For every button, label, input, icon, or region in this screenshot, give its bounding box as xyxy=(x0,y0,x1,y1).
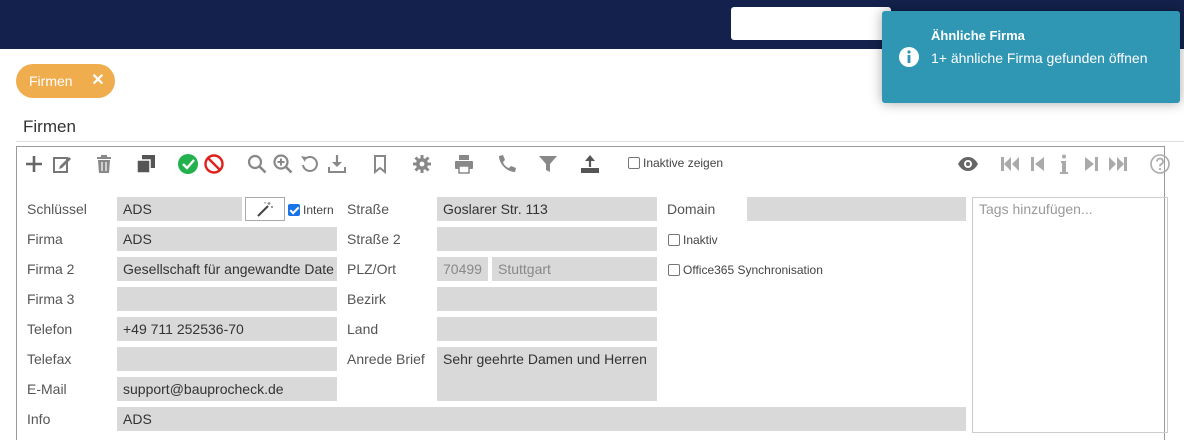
toast-message[interactable]: 1+ ähnliche Firma gefunden öffnen xyxy=(931,48,1171,68)
intern-label: Intern xyxy=(303,203,334,217)
check-circle-icon[interactable] xyxy=(177,153,199,175)
upload-icon[interactable] xyxy=(579,153,601,175)
intern-toggle[interactable]: Intern xyxy=(288,203,334,217)
top-search-input[interactable] xyxy=(731,7,891,40)
page-title: Firmen xyxy=(23,117,76,136)
label-firma-2: Firma 2 xyxy=(27,261,75,277)
similar-company-toast[interactable]: Ähnliche Firma 1+ ähnliche Firma gefunde… xyxy=(882,11,1180,103)
first-icon[interactable] xyxy=(999,153,1021,175)
prev-icon[interactable] xyxy=(1027,153,1049,175)
print-icon[interactable] xyxy=(453,153,475,175)
label-bezirk: Bezirk xyxy=(347,291,386,307)
inaktiv-toggle[interactable]: Inaktiv xyxy=(668,233,718,247)
field-bezirk[interactable] xyxy=(437,287,657,311)
field-land[interactable] xyxy=(437,317,657,341)
field-info[interactable]: ADS xyxy=(117,407,966,431)
label-firma-3: Firma 3 xyxy=(27,291,75,307)
label-telefax: Telefax xyxy=(27,351,72,367)
info-icon[interactable] xyxy=(1053,153,1075,175)
field-firma[interactable]: ADS xyxy=(117,227,337,251)
gear-icon[interactable] xyxy=(411,153,433,175)
field-telefax[interactable] xyxy=(117,347,337,371)
inactive-toggle[interactable]: Inaktive zeigen xyxy=(628,156,723,170)
label-anrede-brief: Anrede Brief xyxy=(347,351,425,367)
label-land: Land xyxy=(347,321,379,337)
label-strasse-2: Straße 2 xyxy=(347,231,401,247)
tab-label: Firmen xyxy=(29,73,73,89)
field-strasse[interactable]: Goslarer Str. 113 xyxy=(437,197,657,221)
label-email: E-Mail xyxy=(27,381,67,397)
help-icon[interactable] xyxy=(1149,153,1171,175)
label-strasse: Straße xyxy=(347,201,390,217)
inaktiv-label: Inaktiv xyxy=(683,233,718,247)
edit-icon[interactable] xyxy=(51,153,73,175)
magic-wand-icon xyxy=(257,202,273,217)
label-plz-ort: PLZ/Ort xyxy=(347,261,397,277)
field-firma-3[interactable] xyxy=(117,287,337,311)
field-telefon[interactable]: +49 711 252536-70 xyxy=(117,317,337,341)
office365-label: Office365 Synchronisation xyxy=(683,263,823,277)
bookmark-icon[interactable] xyxy=(369,153,391,175)
intern-checkbox[interactable] xyxy=(288,204,300,216)
next-icon[interactable] xyxy=(1080,153,1102,175)
inactive-label: Inaktive zeigen xyxy=(643,156,724,170)
info-circle-icon xyxy=(899,47,919,67)
tags-input[interactable]: Tags hinzufügen... xyxy=(972,197,1168,433)
field-anrede-brief[interactable]: Sehr geehrte Damen und Herren xyxy=(437,347,657,401)
field-firma-2[interactable]: Gesellschaft für angewandte Date xyxy=(117,257,337,281)
inaktiv-checkbox[interactable] xyxy=(668,234,680,246)
toast-title: Ähnliche Firma xyxy=(931,28,1025,43)
generate-key-button[interactable] xyxy=(245,197,285,221)
search-icon[interactable] xyxy=(246,153,268,175)
inactive-checkbox[interactable] xyxy=(628,157,640,169)
copy-icon[interactable] xyxy=(135,153,157,175)
tab-firmen[interactable]: Firmen ✕ xyxy=(16,64,115,98)
label-telefon: Telefon xyxy=(27,321,73,337)
divider xyxy=(16,141,1184,142)
plus-icon[interactable] xyxy=(23,153,45,175)
field-plz[interactable]: 70499 xyxy=(437,257,488,281)
phone-icon[interactable] xyxy=(495,153,517,175)
filter-icon[interactable] xyxy=(537,153,559,175)
trash-icon[interactable] xyxy=(93,153,115,175)
label-firma: Firma xyxy=(27,231,63,247)
office365-toggle[interactable]: Office365 Synchronisation xyxy=(668,263,823,277)
label-domain: Domain xyxy=(667,201,716,217)
office365-checkbox[interactable] xyxy=(668,264,680,276)
field-email[interactable]: support@bauprocheck.de xyxy=(117,377,337,401)
field-schluessel[interactable]: ADS xyxy=(117,197,242,221)
zoom-in-icon[interactable] xyxy=(272,153,294,175)
cancel-circle-icon[interactable] xyxy=(203,153,225,175)
field-strasse-2[interactable] xyxy=(437,227,657,251)
field-ort[interactable]: Stuttgart xyxy=(492,257,657,281)
download-icon[interactable] xyxy=(326,153,348,175)
field-domain[interactable] xyxy=(747,197,966,221)
close-icon[interactable]: ✕ xyxy=(88,70,108,90)
label-schluessel: Schlüssel xyxy=(27,201,87,217)
eye-icon[interactable] xyxy=(957,153,979,175)
last-icon[interactable] xyxy=(1107,153,1129,175)
undo-icon[interactable] xyxy=(299,153,321,175)
label-info: Info xyxy=(27,411,51,427)
